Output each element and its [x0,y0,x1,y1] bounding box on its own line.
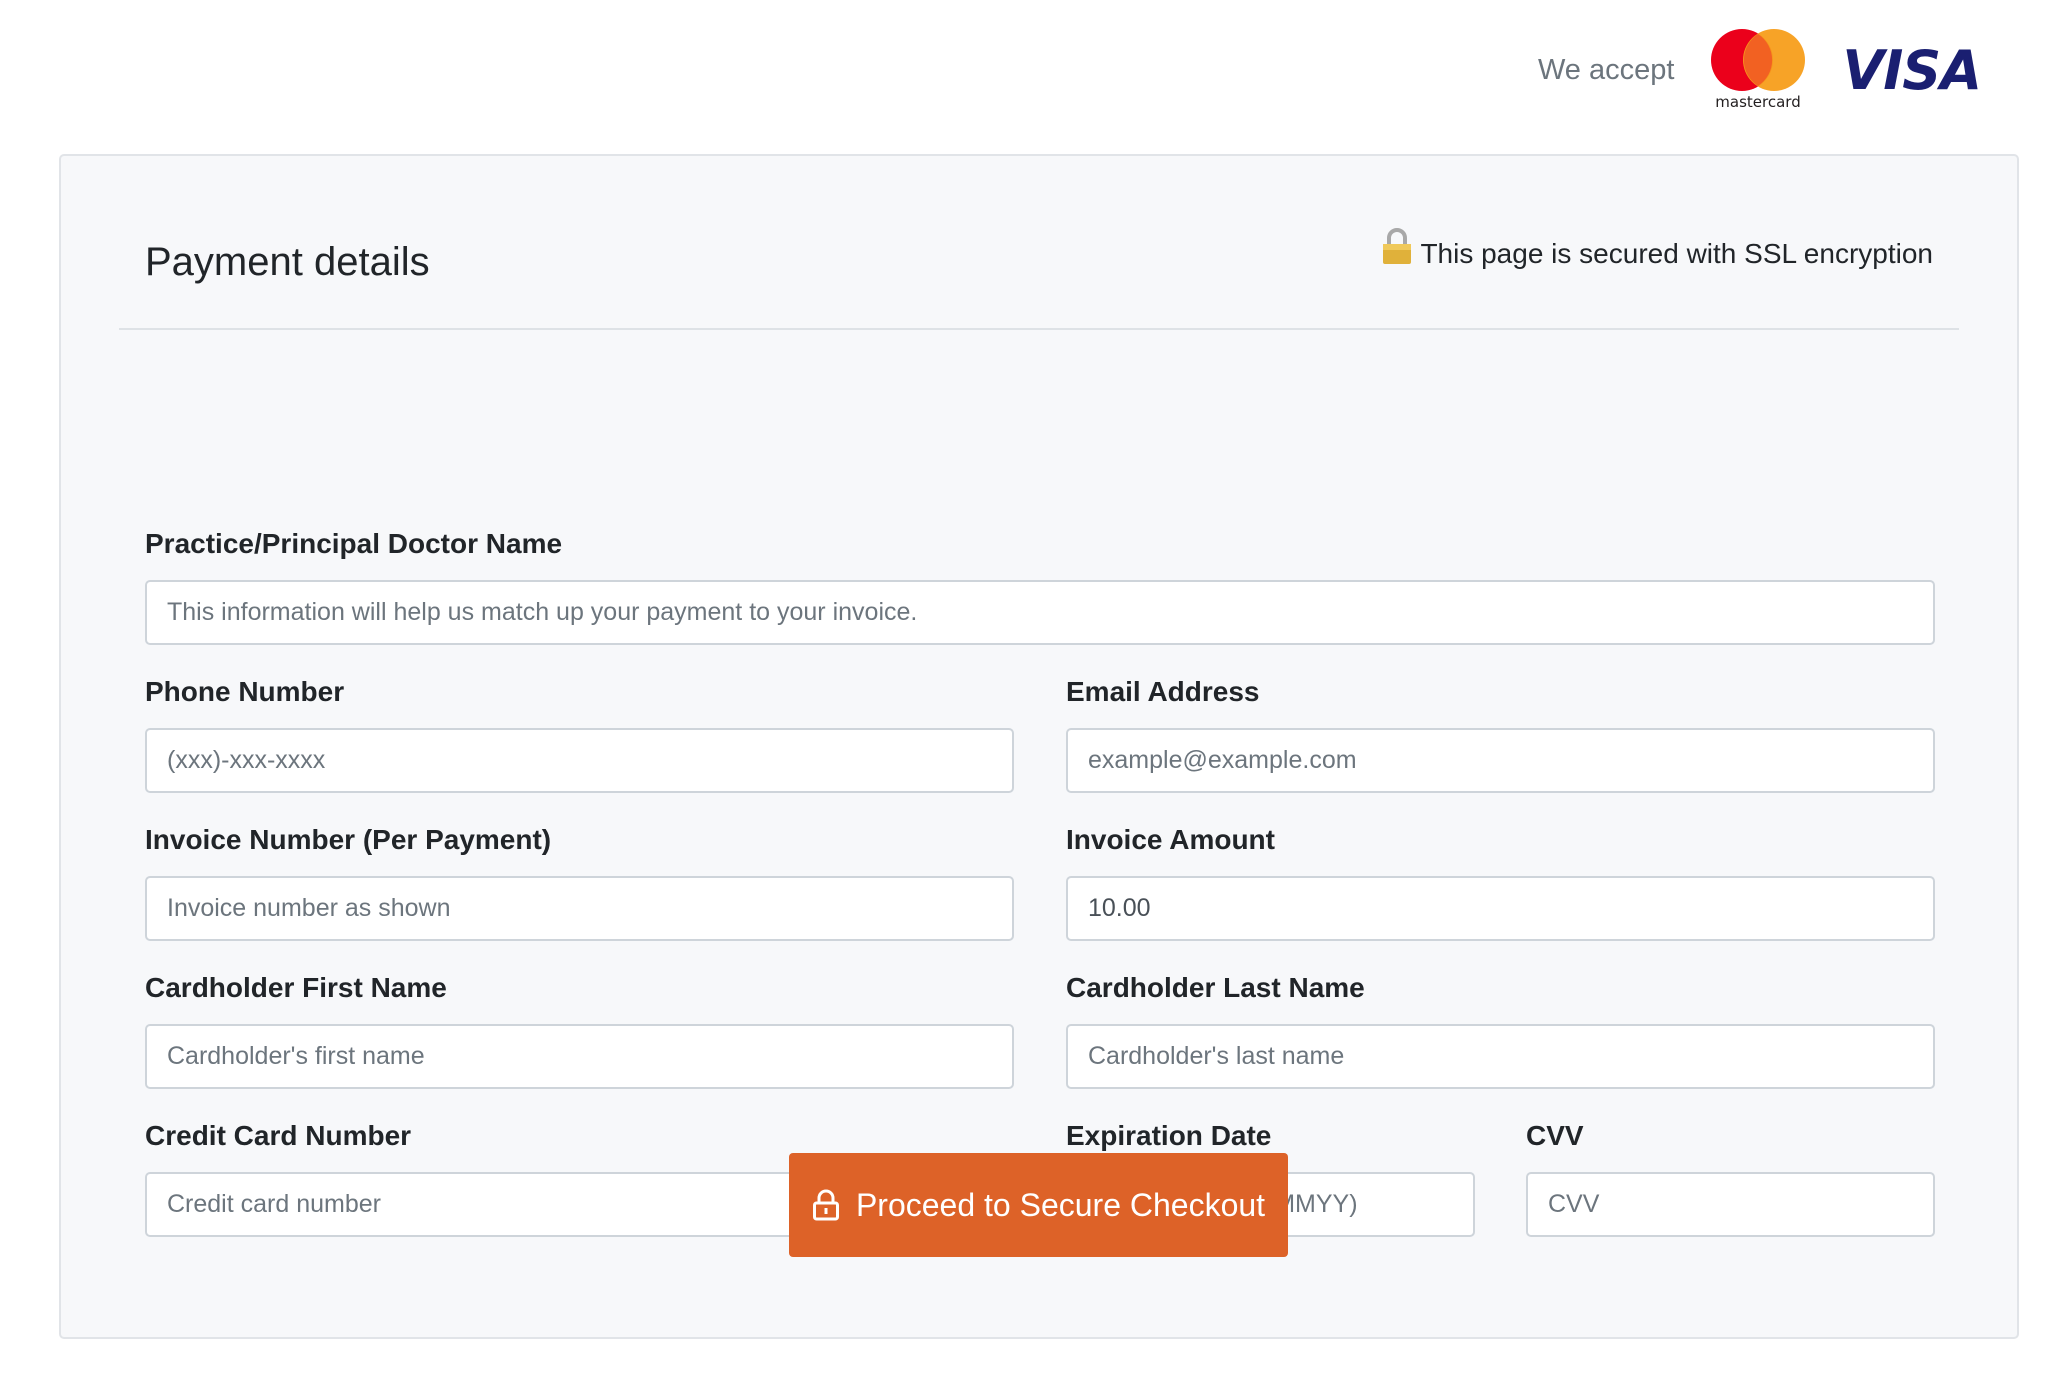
ssl-text: This page is secured with SSL encryption [1420,238,1933,269]
first-name-label: Cardholder First Name [145,972,447,1003]
unlock-icon [812,1189,840,1221]
payment-page: We accept mastercard VISA Payment detail… [0,0,2048,1386]
cvv-label: CVV [1526,1120,1584,1151]
padlock-icon [1380,228,1414,266]
invoice-amount-label: Invoice Amount [1066,824,1275,855]
invoice-number-input[interactable] [145,876,1014,941]
accepted-cards: We accept mastercard VISA [1537,28,1982,112]
last-name-input[interactable] [1066,1024,1935,1089]
mastercard-wordmark: mastercard [1716,93,1801,111]
first-name-input[interactable] [145,1024,1014,1089]
cvv-input[interactable] [1526,1172,1935,1237]
page-title: Payment details [145,240,430,284]
visa-logo: VISA [1842,38,1982,102]
email-input[interactable] [1066,728,1935,793]
practice-name-input[interactable] [145,580,1935,645]
phone-input[interactable] [145,728,1014,793]
ssl-notice: This page is secured with SSL encryption [1380,228,1933,270]
proceed-button-label: Proceed to Secure Checkout [855,1186,1266,1223]
phone-label: Phone Number [145,676,345,707]
card-number-label: Credit Card Number [145,1120,412,1151]
proceed-to-checkout-button[interactable]: Proceed to Secure Checkout [789,1153,1288,1257]
card-header: Payment details This page is secured wit… [119,156,1959,330]
email-label: Email Address [1066,676,1260,707]
last-name-label: Cardholder Last Name [1066,972,1365,1003]
we-accept-label: We accept [1537,53,1675,86]
invoice-amount-input[interactable] [1066,876,1935,941]
mastercard-logo: mastercard [1706,28,1810,112]
invoice-number-label: Invoice Number (Per Payment) [145,824,552,855]
practice-name-label: Practice/Principal Doctor Name [145,528,563,559]
expiration-label: Expiration Date [1066,1120,1272,1151]
